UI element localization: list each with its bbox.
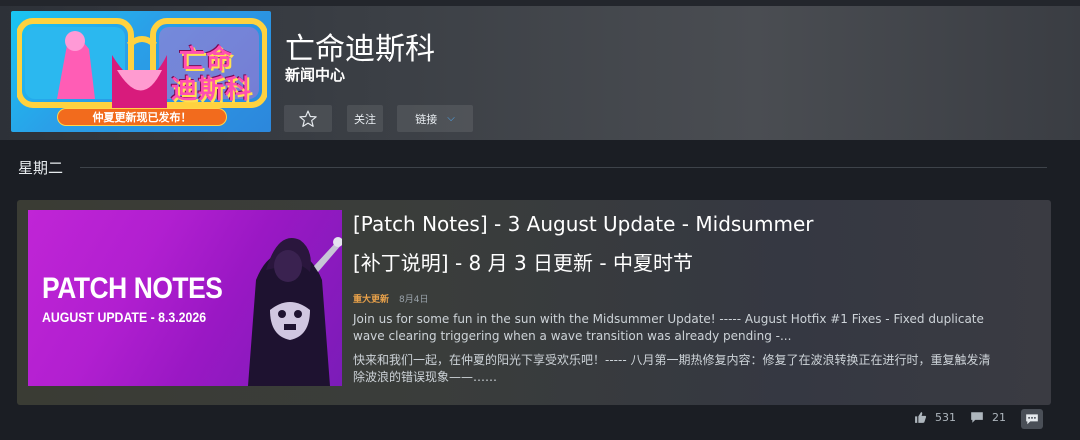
follow-button-label: 关注 <box>354 112 376 126</box>
thumbnail-headline: PATCH NOTES <box>42 272 223 305</box>
app-header: 亡命 迪斯科 仲夏更新现已发布！ 亡命迪斯科 新闻中心 关注 链接 ⌵ <box>0 0 1080 140</box>
like-button[interactable]: 531 <box>914 411 956 424</box>
links-dropdown-label: 链接 <box>415 112 438 126</box>
day-heading: 星期二 <box>18 159 64 177</box>
character-illustration <box>248 237 342 386</box>
logo-text-line2: 迪斯科 <box>171 75 253 105</box>
thumbnail-subline: AUGUST UPDATE - 8.3.2026 <box>42 309 207 325</box>
like-count: 531 <box>935 411 956 424</box>
page-subtitle: 新闻中心 <box>285 66 346 84</box>
post-date: 8月4日 <box>399 295 429 305</box>
ellipsis-icon <box>1026 414 1038 425</box>
thumbs-up-icon <box>915 412 927 423</box>
star-icon <box>299 110 317 127</box>
post-summary-zh: 快来和我们一起，在仲夏的阳光下享受欢乐吧！----- 八月第一期热修复内容：修复… <box>353 353 991 384</box>
comment-icon <box>971 412 983 423</box>
post-thumbnail[interactable]: PATCH NOTES AUGUST UPDATE - 8.3.2026 <box>28 210 342 386</box>
chevron-down-icon: ⌵ <box>447 113 455 124</box>
app-title[interactable]: 亡命迪斯科 <box>285 24 435 68</box>
comment-count: 21 <box>992 411 1006 424</box>
app-capsule-image[interactable]: 亡命 迪斯科 仲夏更新现已发布！ <box>11 11 271 132</box>
more-options-button[interactable] <box>1021 409 1043 429</box>
post-summary-en: Join us for some fun in the sun with the… <box>353 312 984 343</box>
post-type-tag: 重大更新 <box>353 295 390 305</box>
post-title-en[interactable]: [Patch Notes] - 3 August Update - Midsum… <box>353 212 813 236</box>
post-title-zh[interactable]: [补丁说明] - 8 月 3 日更新 - 中夏时节 <box>353 247 693 276</box>
links-dropdown[interactable]: 链接 ⌵ <box>397 105 473 132</box>
follow-button[interactable]: 关注 <box>347 105 383 132</box>
day-divider <box>80 167 1047 168</box>
capsule-banner: 仲夏更新现已发布！ <box>57 108 227 126</box>
comments-button[interactable]: 21 <box>970 411 1006 424</box>
favorite-button[interactable] <box>284 105 332 132</box>
